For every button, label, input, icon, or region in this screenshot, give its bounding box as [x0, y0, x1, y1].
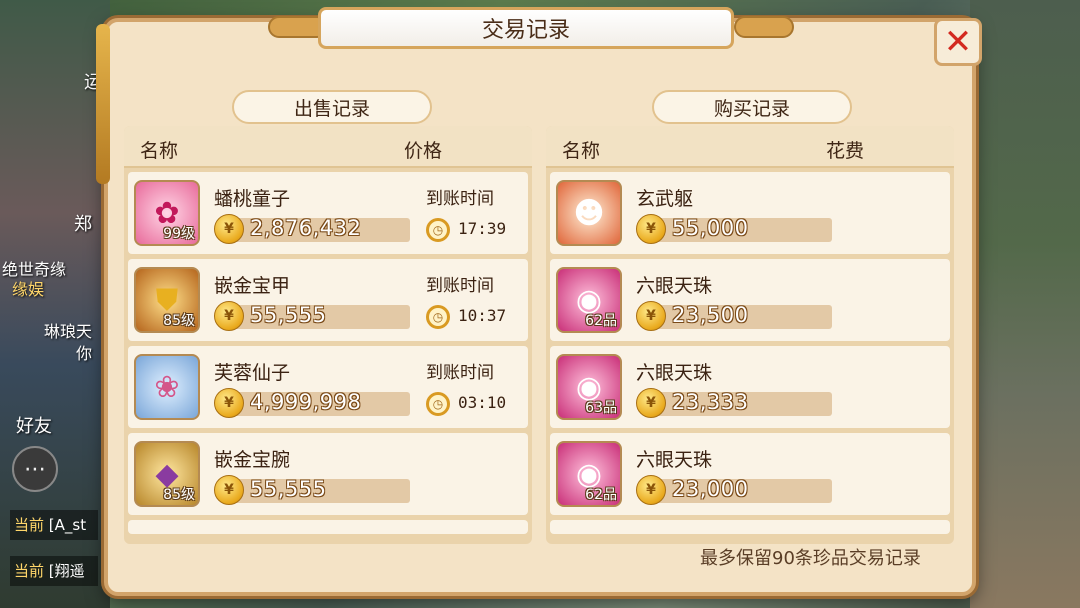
gold-armor-icon: ⛊ 85级	[134, 267, 200, 333]
bg-text: 郑	[74, 214, 92, 235]
lotus-fairy-icon: ❀	[134, 354, 200, 420]
clock-icon: ◷	[426, 305, 450, 329]
item-cost: 23,000	[672, 477, 749, 501]
item-grade: 63品	[585, 400, 617, 416]
coin-icon: ¥	[214, 301, 244, 331]
arrive-time-label: 到账时间	[426, 276, 494, 296]
item-price: 2,876,432	[250, 216, 362, 240]
buy-record-row[interactable]: ◉ 62品 六眼天珠 ¥ 23,000	[550, 433, 950, 515]
buy-records-list[interactable]: 名称 花费 ☻ 玄武躯 ¥ 55,000 ◉ 62品 六眼天珠 ¥ 23,500…	[546, 126, 954, 544]
item-name: 六眼天珠	[636, 362, 713, 384]
coin-icon: ¥	[636, 475, 666, 505]
coin-icon: ¥	[214, 388, 244, 418]
xuanwu-body-icon: ☻	[556, 180, 622, 246]
close-button[interactable]: ✕	[934, 18, 982, 66]
item-name: 嵌金宝腕	[214, 449, 291, 471]
sell-list-header: 名称 价格	[124, 126, 532, 168]
sell-record-row[interactable]: ✿ 99级 蟠桃童子 ¥ 2,876,432 到账时间 ◷ 17:39	[128, 172, 528, 254]
header-name: 名称	[562, 140, 601, 162]
header-price: 价格	[404, 140, 443, 162]
chat-channel: 当前	[14, 516, 45, 534]
coin-icon: ¥	[214, 475, 244, 505]
list-item-partial	[128, 520, 528, 534]
chat-line: 当前 [翔遥	[10, 556, 98, 586]
six-eye-bead-icon: ◉ 62品	[556, 267, 622, 333]
title-ornament-right	[734, 16, 794, 38]
item-level: 85级	[163, 313, 195, 329]
item-name: 玄武躯	[636, 188, 694, 210]
arrive-time-label: 到账时间	[426, 363, 494, 383]
chat-text: [翔遥	[48, 562, 85, 580]
header-cost: 花费	[826, 140, 865, 162]
item-cost: 23,333	[672, 390, 749, 414]
bg-text: 琳琅天	[44, 322, 93, 341]
item-name: 蟠桃童子	[214, 188, 291, 210]
coin-icon: ¥	[636, 388, 666, 418]
chat-bubble-icon[interactable]: ⋯	[12, 446, 58, 492]
item-level: 99级	[163, 226, 195, 242]
close-icon: ✕	[943, 22, 973, 62]
clock-icon: ◷	[426, 392, 450, 416]
coin-icon: ¥	[636, 301, 666, 331]
buy-record-row[interactable]: ◉ 62品 六眼天珠 ¥ 23,500	[550, 259, 950, 341]
tassel-ornament	[96, 24, 110, 184]
list-item-partial	[550, 520, 950, 534]
item-price: 55,555	[250, 303, 327, 327]
item-name: 六眼天珠	[636, 449, 713, 471]
arrive-time: 10:37	[458, 306, 507, 325]
arrive-time-label: 到账时间	[426, 189, 494, 209]
item-name: 芙蓉仙子	[214, 362, 291, 384]
six-eye-bead-icon: ◉ 63品	[556, 354, 622, 420]
sell-record-row[interactable]: ❀ 芙蓉仙子 ¥ 4,999,998 到账时间 ◷ 03:10	[128, 346, 528, 428]
item-price: 55,555	[250, 477, 327, 501]
buy-list-header: 名称 花费	[546, 126, 954, 168]
bg-text: 你	[76, 344, 93, 363]
clock-icon: ◷	[426, 218, 450, 242]
game-background-right	[970, 0, 1080, 608]
item-name: 嵌金宝甲	[214, 275, 291, 297]
buy-record-row[interactable]: ◉ 63品 六眼天珠 ¥ 23,333	[550, 346, 950, 428]
peach-boy-icon: ✿ 99级	[134, 180, 200, 246]
item-name: 六眼天珠	[636, 275, 713, 297]
item-cost: 23,500	[672, 303, 749, 327]
chat-line: 当前 [A_st	[10, 510, 98, 540]
gold-bracer-icon: ◆ 85级	[134, 441, 200, 507]
record-limit-note: 最多保留90条珍品交易记录	[700, 548, 921, 569]
tab-sell-records[interactable]: 出售记录	[232, 90, 432, 124]
item-grade: 62品	[585, 487, 617, 503]
item-cost: 55,000	[672, 216, 749, 240]
friends-label[interactable]: 好友	[16, 412, 52, 438]
six-eye-bead-icon: ◉ 62品	[556, 441, 622, 507]
chat-text: [A_st	[48, 516, 87, 534]
coin-icon: ¥	[214, 214, 244, 244]
item-level: 85级	[163, 487, 195, 503]
arrive-time: 17:39	[458, 219, 507, 238]
sell-records-list[interactable]: 名称 价格 ✿ 99级 蟠桃童子 ¥ 2,876,432 到账时间 ◷ 17:3…	[124, 126, 532, 544]
dialog-title: 交易记录	[318, 7, 734, 49]
item-price: 4,999,998	[250, 390, 362, 414]
sell-record-row[interactable]: ⛊ 85级 嵌金宝甲 ¥ 55,555 到账时间 ◷ 10:37	[128, 259, 528, 341]
trade-records-dialog: 出售记录 购买记录 名称 价格 ✿ 99级 蟠桃童子 ¥ 2,876,432 到…	[104, 18, 976, 596]
sell-record-row[interactable]: ◆ 85级 嵌金宝腕 ¥ 55,555	[128, 433, 528, 515]
buy-record-row[interactable]: ☻ 玄武躯 ¥ 55,000	[550, 172, 950, 254]
bg-text: 缘娱	[12, 280, 45, 299]
header-name: 名称	[140, 140, 179, 162]
tab-buy-records[interactable]: 购买记录	[652, 90, 852, 124]
item-grade: 62品	[585, 313, 617, 329]
chat-channel: 当前	[14, 562, 45, 580]
coin-icon: ¥	[636, 214, 666, 244]
arrive-time: 03:10	[458, 393, 507, 412]
